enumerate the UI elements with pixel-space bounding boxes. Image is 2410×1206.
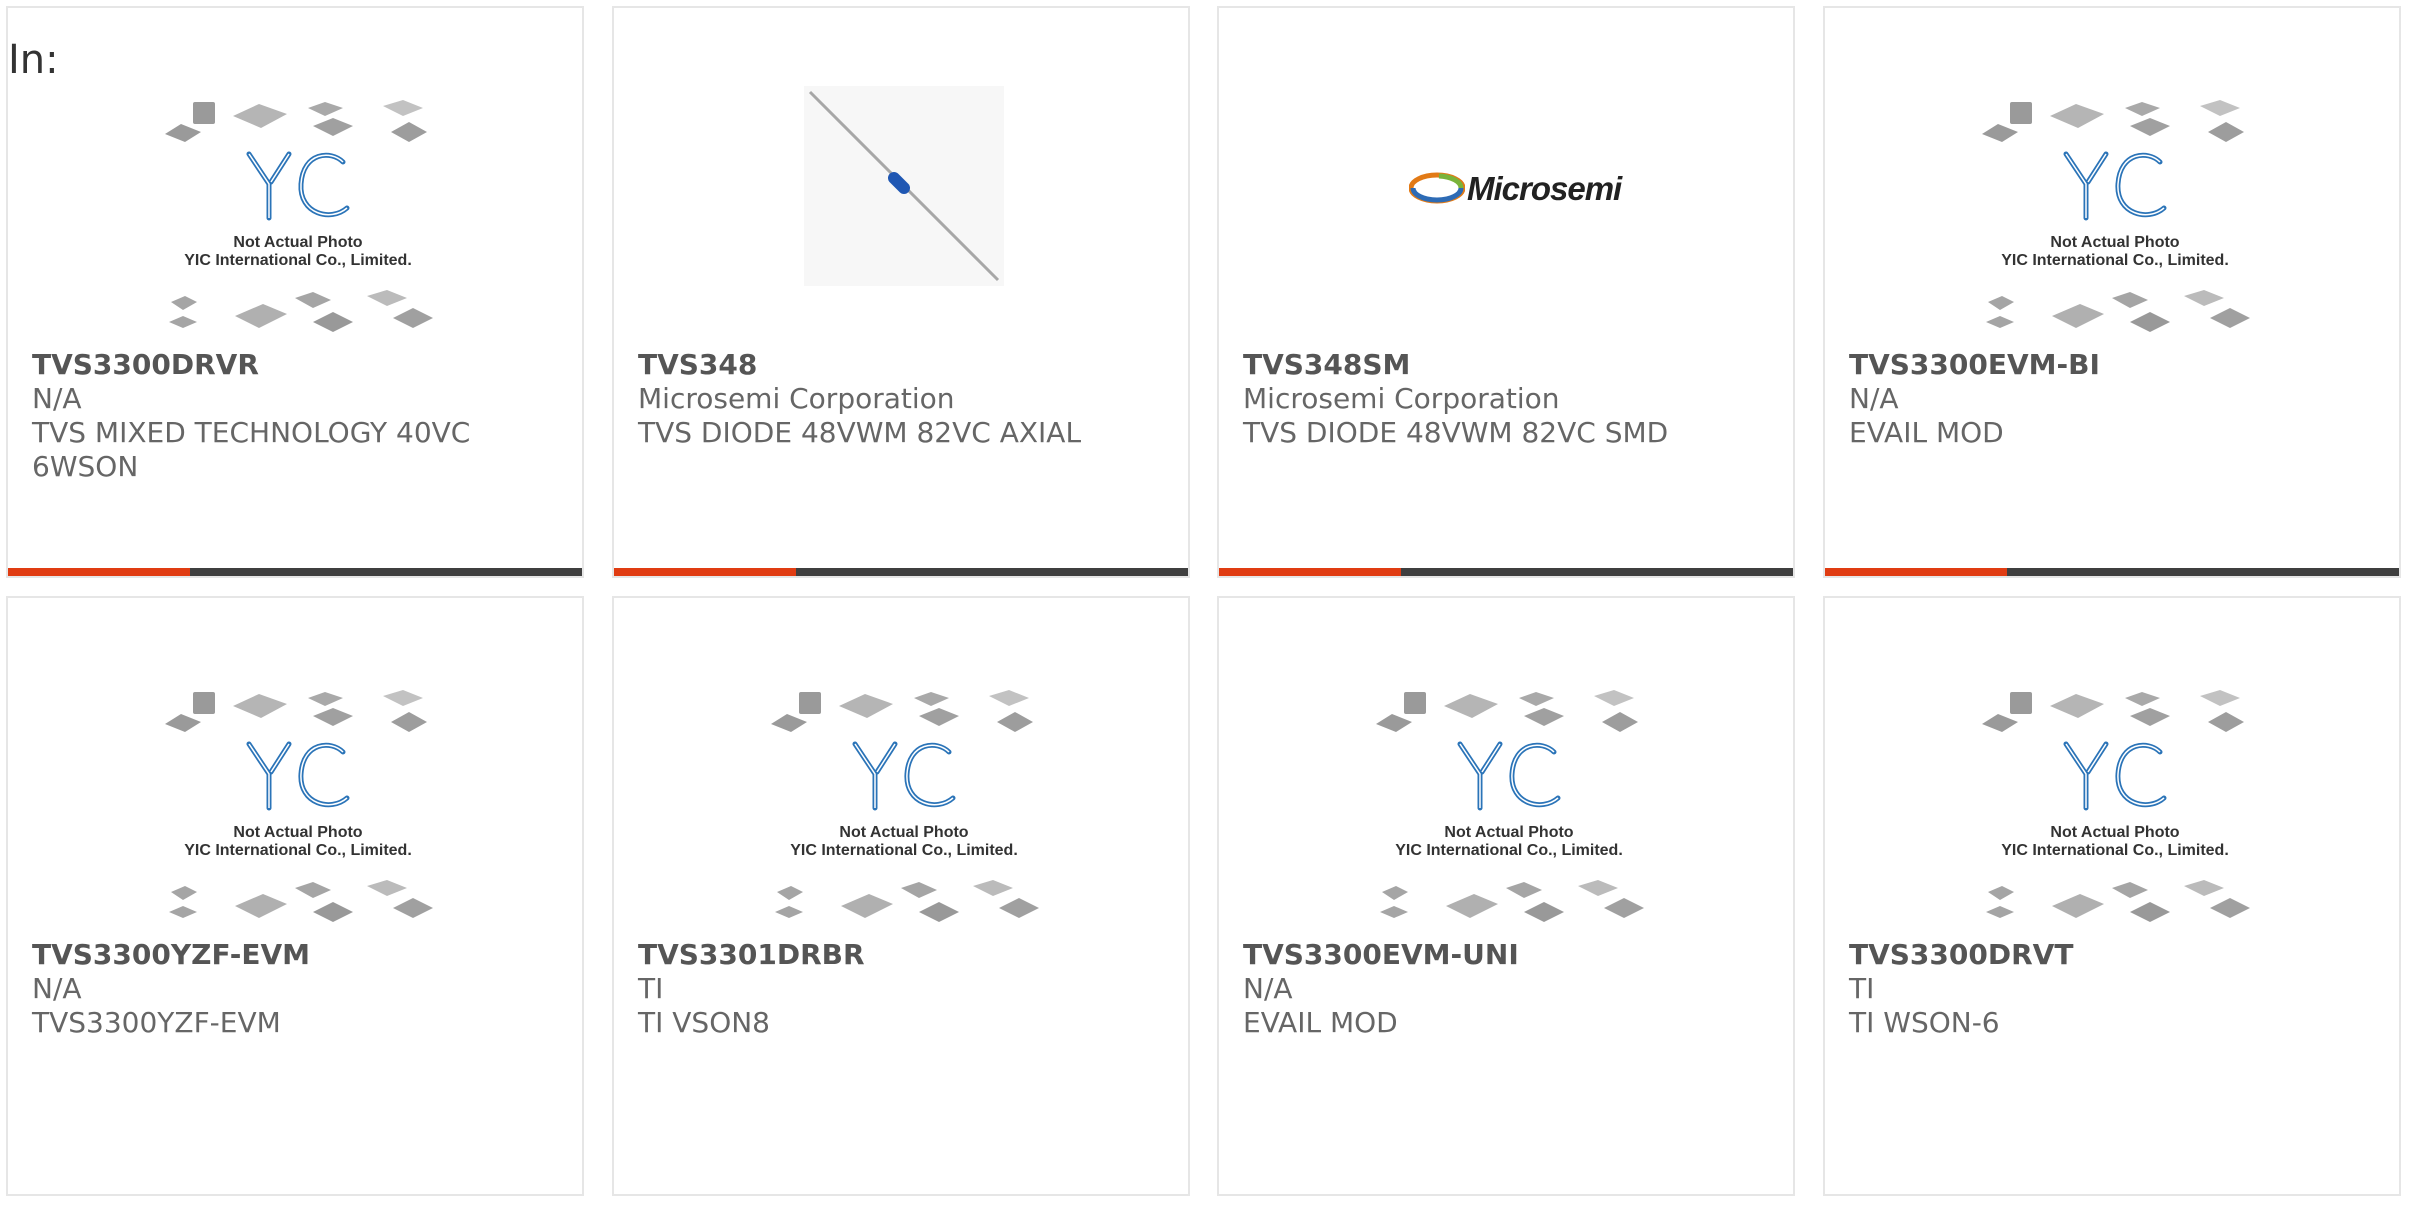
product-info: TVS3300YZF-EVM N/A TVS3300YZF-EVM <box>32 938 558 1040</box>
chip-packages-icon <box>1980 688 2250 738</box>
chip-packages-icon <box>1374 688 1644 738</box>
placeholder-caption: Not Actual Photo <box>2050 234 2180 251</box>
description: TVS3300YZF-EVM <box>32 1006 281 1039</box>
placeholder-caption: Not Actual Photo <box>233 824 363 841</box>
product-card[interactable]: Not Actual Photo YIC International Co., … <box>1823 596 2401 1196</box>
chip-packages-icon <box>1980 288 2250 338</box>
chip-packages-icon <box>163 878 433 928</box>
product-card[interactable]: Not Actual Photo YIC International Co., … <box>1823 6 2401 578</box>
product-image[interactable]: Microsemi <box>1219 8 1793 338</box>
part-number-link[interactable]: TVS3301DRBR <box>638 938 1164 972</box>
placeholder-company: YIC International Co., Limited. <box>2001 252 2229 269</box>
placeholder-image: Not Actual Photo YIC International Co., … <box>1980 688 2250 928</box>
manufacturer: N/A <box>1849 382 1899 415</box>
placeholder-caption: Not Actual Photo <box>2050 824 2180 841</box>
product-image[interactable]: Not Actual Photo YIC International Co., … <box>1825 598 2399 928</box>
diode-photo <box>804 86 1004 286</box>
description: EVAIL MOD <box>1849 416 2004 449</box>
product-image[interactable]: Not Actual Photo YIC International Co., … <box>8 8 582 338</box>
placeholder-company: YIC International Co., Limited. <box>2001 842 2229 859</box>
chip-packages-icon <box>163 688 433 738</box>
placeholder-image: Not Actual Photo YIC International Co., … <box>163 98 433 338</box>
product-grid: Not Actual Photo YIC International Co., … <box>6 6 2410 1206</box>
card-accent-bar <box>1825 568 2399 576</box>
product-card[interactable]: Not Actual Photo YIC International Co., … <box>612 596 1190 1196</box>
part-number-link[interactable]: TVS348 <box>638 348 1164 382</box>
microsemi-logo-text: Microsemi <box>1467 170 1622 207</box>
product-image[interactable] <box>614 8 1188 338</box>
product-card[interactable]: Not Actual Photo YIC International Co., … <box>1217 596 1795 1196</box>
card-accent-bar <box>8 568 582 576</box>
yic-logo-icon <box>243 148 353 224</box>
product-info: TVS3300DRVT TI TI WSON-6 <box>1849 938 2375 1040</box>
description: TI WSON-6 <box>1849 1006 2000 1039</box>
product-info: TVS3300EVM-UNI N/A EVAIL MOD <box>1243 938 1769 1040</box>
manufacturer: N/A <box>32 972 82 1005</box>
card-accent-bar <box>1219 568 1793 576</box>
placeholder-caption: Not Actual Photo <box>1444 824 1574 841</box>
product-card[interactable]: Microsemi TVS348SM Microsemi Corporation… <box>1217 6 1795 578</box>
product-image[interactable]: Not Actual Photo YIC International Co., … <box>1219 598 1793 928</box>
product-info: TVS3300DRVR N/A TVS MIXED TECHNOLOGY 40V… <box>32 348 558 484</box>
card-accent <box>8 568 190 576</box>
placeholder-company: YIC International Co., Limited. <box>184 252 412 269</box>
product-image[interactable]: Not Actual Photo YIC International Co., … <box>8 598 582 928</box>
part-number-link[interactable]: TVS348SM <box>1243 348 1769 382</box>
chip-packages-icon <box>1374 878 1644 928</box>
product-card[interactable]: Not Actual Photo YIC International Co., … <box>6 6 584 578</box>
in-label: In: <box>8 37 59 83</box>
product-info: TVS348SM Microsemi Corporation TVS DIODE… <box>1243 348 1769 450</box>
product-image[interactable]: Not Actual Photo YIC International Co., … <box>614 598 1188 928</box>
part-number-link[interactable]: TVS3300DRVT <box>1849 938 2375 972</box>
description: EVAIL MOD <box>1243 1006 1398 1039</box>
manufacturer: Microsemi Corporation <box>638 382 955 415</box>
placeholder-company: YIC International Co., Limited. <box>184 842 412 859</box>
placeholder-image: Not Actual Photo YIC International Co., … <box>769 688 1039 928</box>
description: TVS MIXED TECHNOLOGY 40VC 6WSON <box>32 416 471 483</box>
yic-logo-icon <box>243 738 353 814</box>
product-info: TVS3300EVM-BI N/A EVAIL MOD <box>1849 348 2375 450</box>
manufacturer: N/A <box>32 382 82 415</box>
part-number-link[interactable]: TVS3300EVM-UNI <box>1243 938 1769 972</box>
chip-packages-icon <box>163 288 433 338</box>
placeholder-company: YIC International Co., Limited. <box>1395 842 1623 859</box>
part-number-link[interactable]: TVS3300YZF-EVM <box>32 938 558 972</box>
yic-logo-icon <box>849 738 959 814</box>
manufacturer: N/A <box>1243 972 1293 1005</box>
yic-logo-icon <box>2060 148 2170 224</box>
manufacturer: TI <box>1849 972 1875 1005</box>
placeholder-image: Not Actual Photo YIC International Co., … <box>163 688 433 928</box>
placeholder-caption: Not Actual Photo <box>233 234 363 251</box>
placeholder-company: YIC International Co., Limited. <box>790 842 1018 859</box>
card-accent <box>1219 568 1401 576</box>
manufacturer: TI <box>638 972 664 1005</box>
placeholder-image: Not Actual Photo YIC International Co., … <box>1980 98 2250 338</box>
card-accent <box>614 568 796 576</box>
placeholder-image: Not Actual Photo YIC International Co., … <box>1374 688 1644 928</box>
microsemi-logo: Microsemi <box>1409 168 1622 208</box>
chip-packages-icon <box>1980 878 2250 928</box>
description: TI VSON8 <box>638 1006 770 1039</box>
chip-packages-icon <box>1980 98 2250 148</box>
chip-packages-icon <box>163 98 433 148</box>
part-number-link[interactable]: TVS3300EVM-BI <box>1849 348 2375 382</box>
product-info: TVS3301DRBR TI TI VSON8 <box>638 938 1164 1040</box>
part-number-link[interactable]: TVS3300DRVR <box>32 348 558 382</box>
chip-packages-icon <box>769 878 1039 928</box>
product-info: TVS348 Microsemi Corporation TVS DIODE 4… <box>638 348 1164 450</box>
yic-logo-icon <box>2060 738 2170 814</box>
description: TVS DIODE 48VWM 82VC SMD <box>1243 416 1669 449</box>
yic-logo-icon <box>1454 738 1564 814</box>
card-accent <box>1825 568 2007 576</box>
product-image[interactable]: Not Actual Photo YIC International Co., … <box>1825 8 2399 338</box>
description: TVS DIODE 48VWM 82VC AXIAL <box>638 416 1082 449</box>
manufacturer: Microsemi Corporation <box>1243 382 1560 415</box>
product-card[interactable]: TVS348 Microsemi Corporation TVS DIODE 4… <box>612 6 1190 578</box>
chip-packages-icon <box>769 688 1039 738</box>
placeholder-caption: Not Actual Photo <box>839 824 969 841</box>
card-accent-bar <box>614 568 1188 576</box>
product-card[interactable]: Not Actual Photo YIC International Co., … <box>6 596 584 1196</box>
